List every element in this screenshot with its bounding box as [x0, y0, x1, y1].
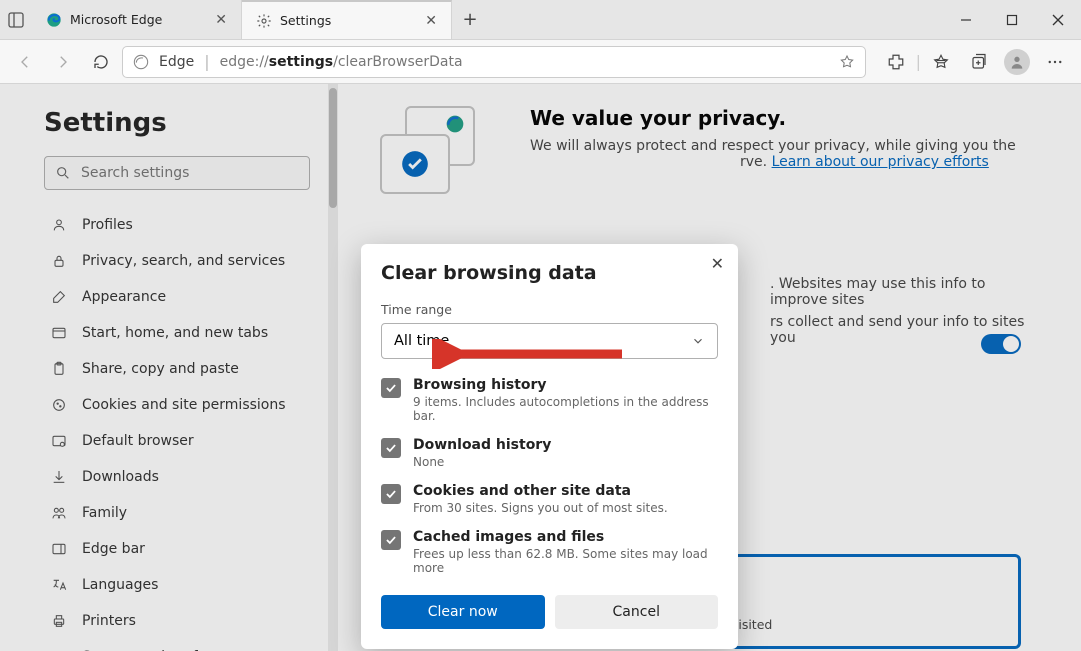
address-bar[interactable]: Edge | edge://settings/clearBrowserData: [122, 46, 866, 78]
close-window-button[interactable]: [1035, 0, 1081, 39]
option-description: From 30 sites. Signs you out of most sit…: [413, 501, 668, 515]
option-title: Cookies and other site data: [413, 483, 668, 499]
option-description: Frees up less than 62.8 MB. Some sites m…: [413, 547, 718, 575]
close-dialog-button[interactable]: ✕: [711, 254, 724, 273]
clear-data-option[interactable]: Browsing history 9 items. Includes autoco…: [381, 377, 718, 423]
tab-label: Microsoft Edge: [70, 12, 207, 27]
window-controls: [943, 0, 1081, 39]
back-button[interactable]: [8, 45, 42, 79]
cancel-button[interactable]: Cancel: [555, 595, 719, 629]
time-range-label: Time range: [381, 302, 718, 317]
avatar-icon: [1004, 49, 1030, 75]
tab-label: Settings: [280, 13, 417, 28]
edge-icon: [133, 54, 149, 70]
option-title: Browsing history: [413, 377, 718, 393]
clear-data-option[interactable]: Cookies and other site data From 30 sites…: [381, 483, 718, 515]
option-title: Download history: [413, 437, 551, 453]
dialog-title: Clear browsing data: [381, 262, 718, 284]
checkbox-checked-icon[interactable]: [381, 484, 401, 504]
clear-data-option[interactable]: Download history None: [381, 437, 718, 469]
address-prefix: Edge: [159, 54, 194, 70]
favorites-icon[interactable]: [923, 44, 959, 80]
minimize-button[interactable]: [943, 0, 989, 39]
more-menu-button[interactable]: [1037, 44, 1073, 80]
extensions-icon[interactable]: [878, 44, 914, 80]
window-titlebar: Microsoft Edge ✕ Settings ✕ +: [0, 0, 1081, 40]
clear-data-option[interactable]: Cached images and files Frees up less tha…: [381, 529, 718, 575]
browser-toolbar: Edge | edge://settings/clearBrowserData …: [0, 40, 1081, 84]
maximize-button[interactable]: [989, 0, 1035, 39]
tab-actions-icon[interactable]: [0, 0, 32, 39]
favorite-icon[interactable]: [839, 54, 855, 70]
checkbox-checked-icon[interactable]: [381, 438, 401, 458]
gear-icon: [256, 13, 272, 29]
chevron-down-icon: [691, 334, 705, 348]
tab-settings[interactable]: Settings ✕: [242, 0, 452, 39]
time-range-value: All time: [394, 333, 449, 349]
option-description: None: [413, 455, 551, 469]
option-description: 9 items. Includes autocompletions in the…: [413, 395, 718, 423]
clear-browsing-data-dialog: ✕ Clear browsing data Time range All tim…: [361, 244, 738, 649]
checkbox-checked-icon[interactable]: [381, 378, 401, 398]
option-title: Cached images and files: [413, 529, 718, 545]
collections-icon[interactable]: [961, 44, 997, 80]
edge-icon: [46, 12, 62, 28]
address-url: edge://settings/clearBrowserData: [220, 54, 463, 70]
close-icon[interactable]: ✕: [425, 13, 437, 29]
checkbox-checked-icon[interactable]: [381, 530, 401, 550]
time-range-select[interactable]: All time: [381, 323, 718, 359]
tab-microsoft-edge[interactable]: Microsoft Edge ✕: [32, 0, 242, 39]
clear-now-button[interactable]: Clear now: [381, 595, 545, 629]
close-icon[interactable]: ✕: [215, 12, 227, 28]
refresh-button[interactable]: [84, 45, 118, 79]
new-tab-button[interactable]: +: [452, 0, 488, 39]
profile-button[interactable]: [999, 44, 1035, 80]
forward-button[interactable]: [46, 45, 80, 79]
